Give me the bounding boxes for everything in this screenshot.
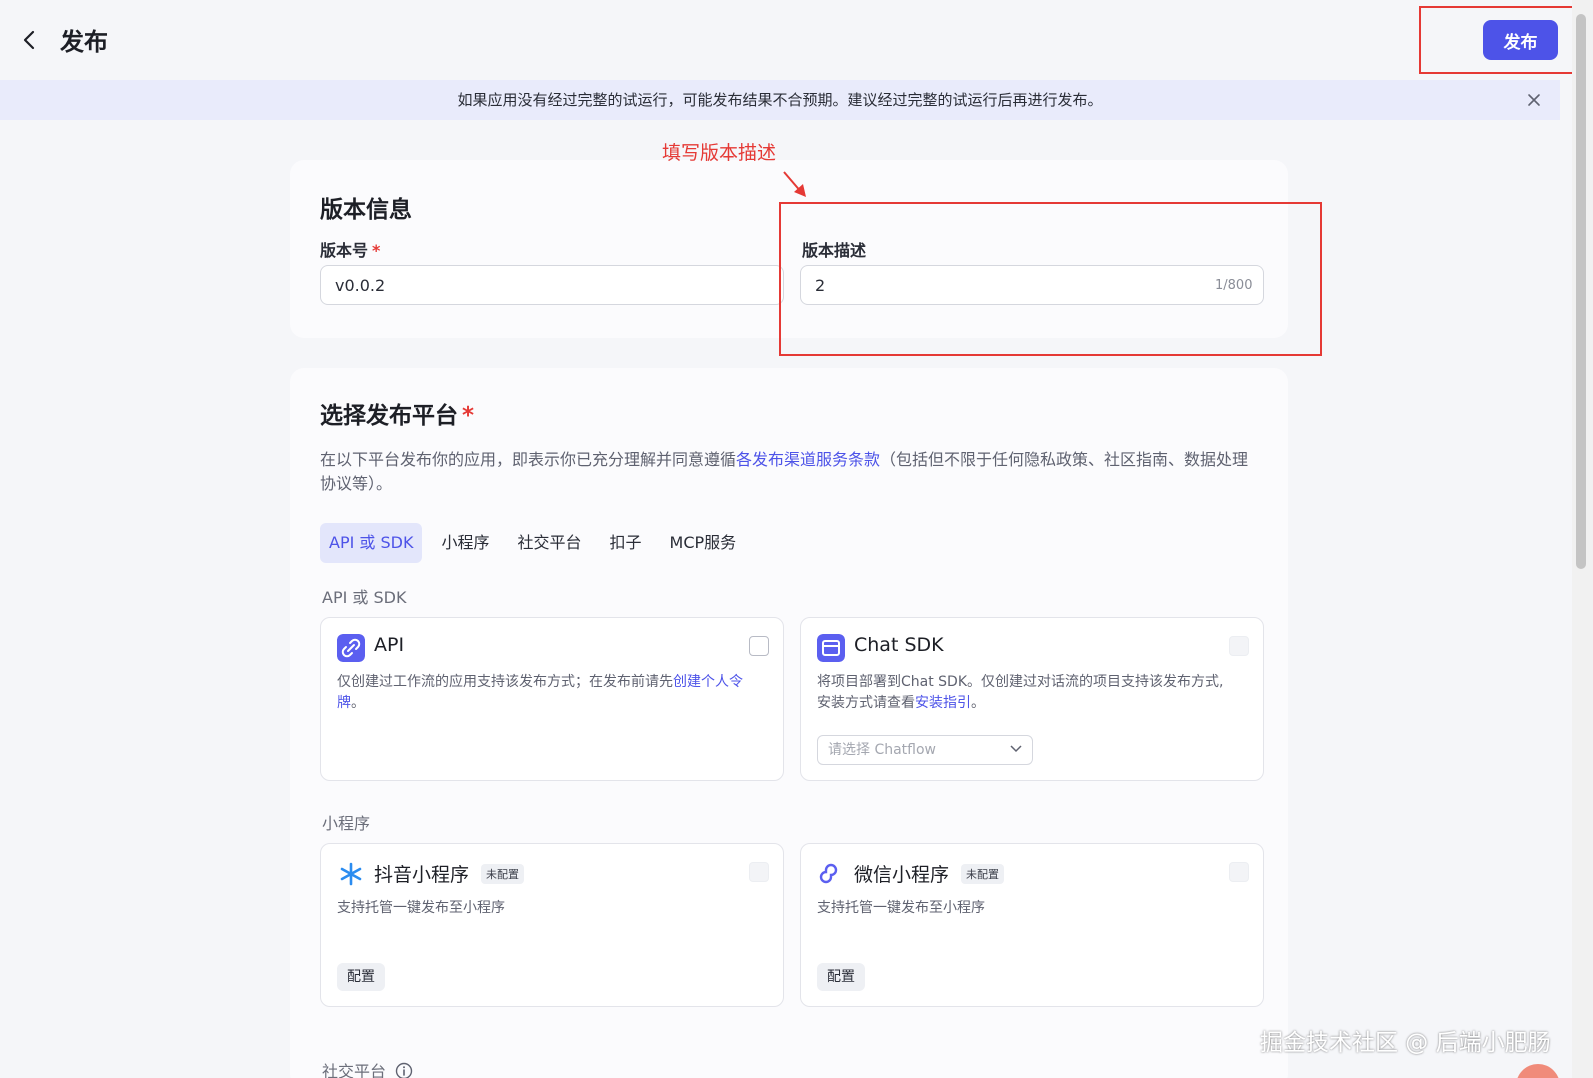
page-header: 发布 [0, 0, 1560, 80]
version-info-title: 版本信息 [320, 197, 412, 223]
douyin-desc: 支持托管一键发布至小程序 [337, 900, 505, 916]
wechat-checkbox[interactable] [1229, 862, 1249, 882]
version-number-input[interactable] [320, 265, 784, 305]
watermark: 掘金技术社区 @ 后端小肥肠 [1260, 1030, 1551, 1056]
api-desc: 仅创建过工作流的应用支持该发布方式；在发布前请先创建个人令牌。 [337, 674, 743, 711]
chatflow-select[interactable]: 请选择 Chatflow [817, 735, 1033, 765]
tab-social[interactable]: 社交平台 [508, 523, 590, 563]
chevron-down-icon [1010, 745, 1022, 753]
chat-sdk-card[interactable]: Chat SDK 将项目部署到Chat SDK。仅创建过对话流的项目支持该发布方… [800, 617, 1264, 781]
banner-text: 如果应用没有经过完整的试运行，可能发布结果不合预期。建议经过完整的试运行后再进行… [457, 91, 1103, 109]
annotation-box-publish [1419, 6, 1575, 74]
chat-sdk-desc: 将项目部署到Chat SDK。仅创建过对话流的项目支持该发布方式,安装方式请查看… [817, 674, 1224, 711]
annotation-label: 填写版本描述 [662, 142, 777, 164]
scrollbar-thumb[interactable] [1576, 14, 1586, 569]
tab-mcp[interactable]: MCP服务 [661, 523, 746, 563]
tab-coze[interactable]: 扣子 [601, 523, 651, 563]
tab-api-sdk[interactable]: API 或 SDK [320, 523, 423, 563]
douyin-mini-program-icon [340, 862, 362, 886]
info-icon[interactable] [395, 1062, 413, 1078]
platform-tabs: API 或 SDK 小程序 社交平台 扣子 MCP服务 [320, 523, 745, 563]
floating-assistant-avatar[interactable] [1516, 1064, 1560, 1078]
douyin-config-button[interactable]: 配置 [337, 963, 385, 991]
link-icon [337, 634, 365, 662]
wechat-desc: 支持托管一键发布至小程序 [817, 900, 985, 916]
wechat-mini-program-icon [819, 863, 838, 884]
annotation-arrow-icon [783, 171, 806, 197]
chat-sdk-checkbox[interactable] [1229, 636, 1249, 656]
platform-desc: 在以下平台发布你的应用，即表示你已充分理解并同意遵循各发布渠道服务条款（包括但不… [320, 450, 1249, 493]
group-label-mini-program: 小程序 [322, 814, 371, 833]
douyin-card[interactable]: 抖音小程序 未配置 支持托管一键发布至小程序 配置 [320, 843, 784, 1007]
api-card[interactable]: API 仅创建过工作流的应用支持该发布方式；在发布前请先创建个人令牌。 [320, 617, 784, 781]
group-label-api-sdk: API 或 SDK [322, 588, 407, 607]
page-title: 发布 [60, 28, 108, 56]
platform-title: 选择发布平台 * [320, 403, 475, 429]
wechat-card[interactable]: 微信小程序 未配置 支持托管一键发布至小程序 配置 [800, 843, 1264, 1007]
version-number-label: 版本号 * [320, 241, 381, 260]
chat-window-icon [817, 634, 845, 662]
install-guide-link[interactable]: 安装指引 [915, 695, 971, 711]
wechat-config-button[interactable]: 配置 [817, 963, 865, 991]
status-badge: 未配置 [961, 864, 1004, 884]
platform-card: 选择发布平台 * 在以下平台发布你的应用，即表示你已充分理解并同意遵循各发布渠道服… [290, 368, 1288, 1078]
warning-banner: 如果应用没有经过完整的试运行，可能发布结果不合预期。建议经过完整的试运行后再进行… [0, 80, 1560, 120]
douyin-checkbox[interactable] [749, 862, 769, 882]
tab-mini-program[interactable]: 小程序 [432, 523, 498, 563]
api-title: API [374, 634, 405, 656]
status-badge: 未配置 [481, 864, 524, 884]
group-label-social: 社交平台 [322, 1058, 413, 1078]
service-terms-link[interactable]: 各发布渠道服务条款 [736, 450, 880, 469]
api-checkbox[interactable] [749, 636, 769, 656]
wechat-title: 微信小程序 [854, 864, 950, 886]
annotation-box-desc [779, 202, 1322, 356]
chat-sdk-title: Chat SDK [854, 634, 944, 656]
douyin-title: 抖音小程序 [374, 864, 470, 886]
close-icon[interactable] [1524, 90, 1544, 110]
back-arrow-icon[interactable] [18, 28, 40, 52]
